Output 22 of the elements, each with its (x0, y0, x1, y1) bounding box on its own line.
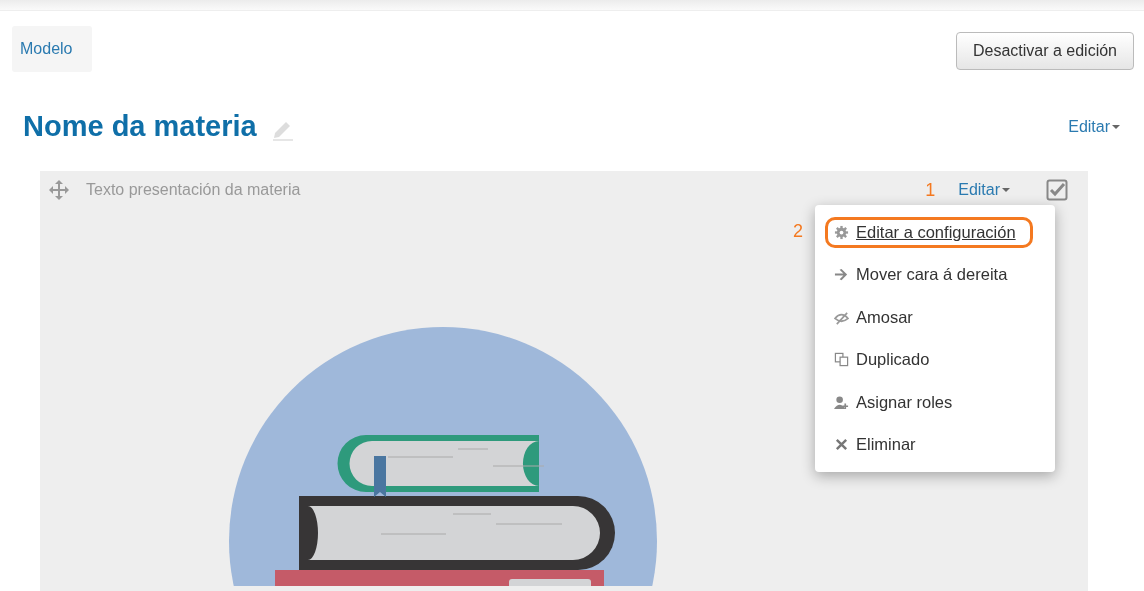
close-icon (834, 437, 849, 453)
eye-slash-icon (834, 309, 849, 325)
gear-icon (834, 224, 849, 240)
edit-menu-link[interactable]: Editar (1068, 117, 1120, 136)
menu-item[interactable]: Amosar (825, 301, 930, 333)
menu-item[interactable]: Duplicado (825, 344, 947, 376)
arrow-right-icon (834, 267, 849, 283)
breadcrumb-link[interactable]: Modelo (12, 26, 93, 72)
menu-item[interactable]: Editar a configuración (825, 216, 1033, 248)
edit-menu-link[interactable]: Editar (958, 181, 1010, 199)
menu-item[interactable]: Mover cara á dereita (825, 259, 1025, 291)
section-title: Texto presentación da materia (86, 181, 301, 199)
copy-icon (834, 352, 849, 368)
user-plus-icon (834, 394, 849, 410)
course-title: Nome da materia (23, 110, 257, 143)
move-icon[interactable] (49, 180, 69, 200)
edit-mode-button[interactable]: Desactivar a edición (955, 32, 1134, 70)
menu-item[interactable]: Asignar roles (825, 386, 970, 418)
checkbox[interactable] (1046, 179, 1068, 201)
menu-item[interactable]: Eliminar (825, 429, 933, 461)
step-number: 1 (925, 179, 936, 201)
step-number: 2 (793, 221, 803, 242)
